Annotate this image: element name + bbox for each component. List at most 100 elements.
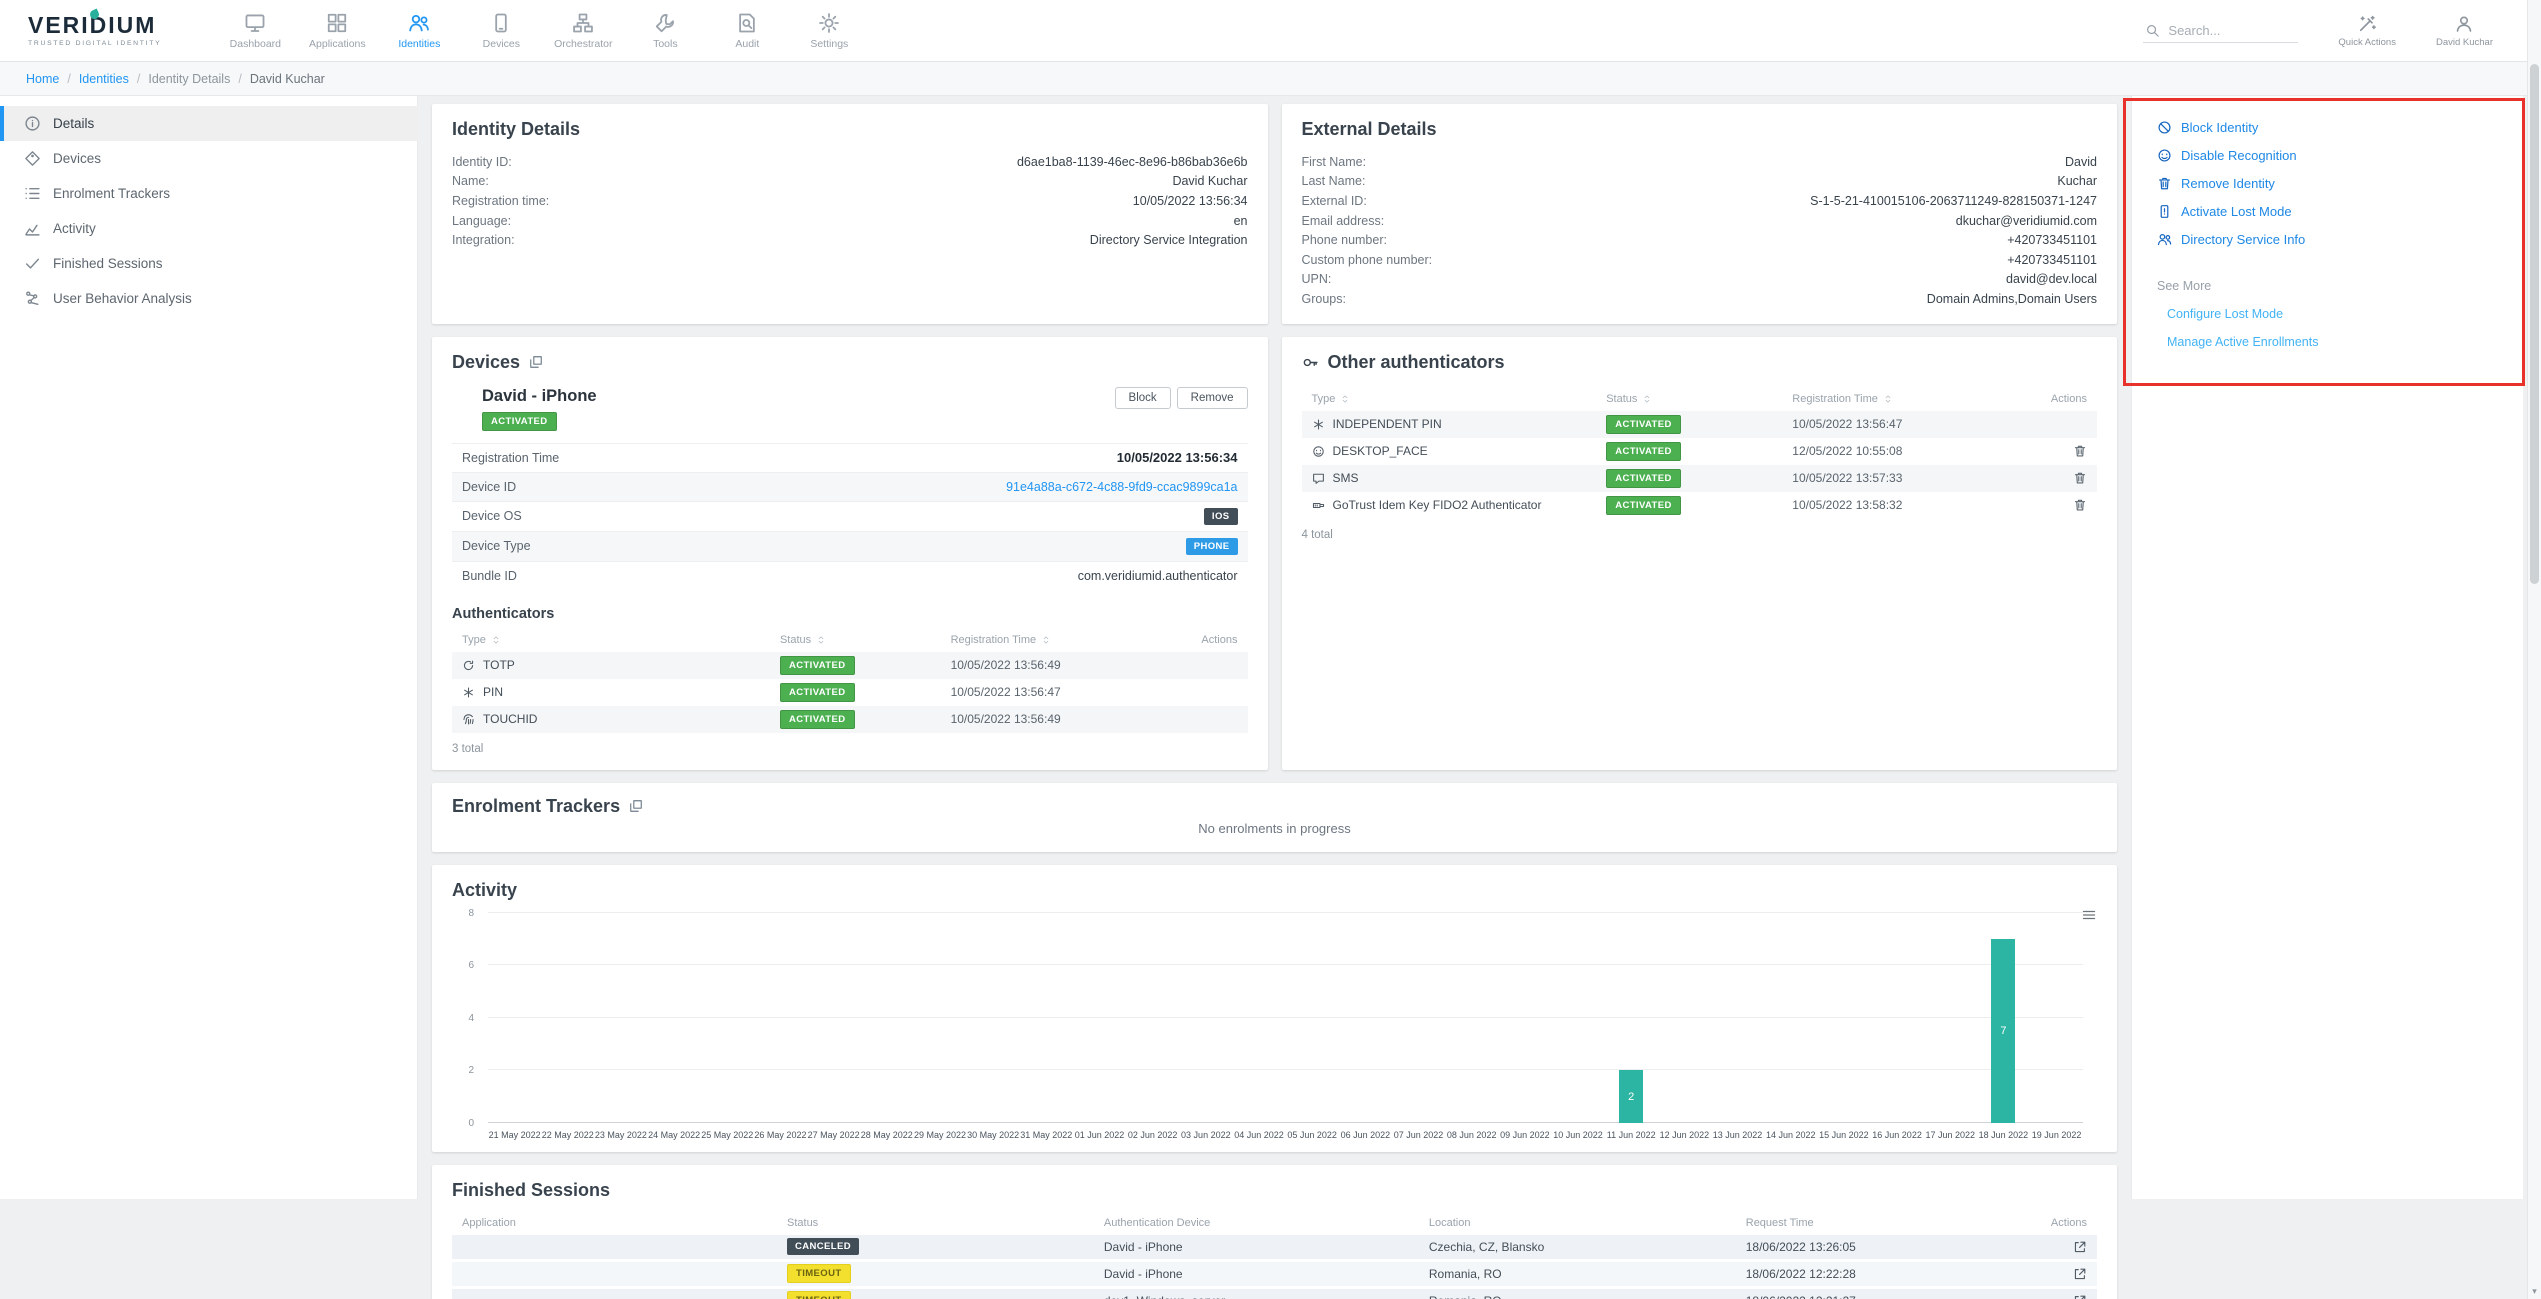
sort-icon[interactable] xyxy=(1883,394,1893,404)
applications-icon xyxy=(326,12,348,34)
sidebar-item[interactable]: Enrolment Trackers xyxy=(0,176,418,211)
device-fields: Registration Time 10/05/2022 13:56:34 De… xyxy=(452,443,1248,590)
field-row: Name: David Kuchar xyxy=(452,172,1248,192)
see-more-link[interactable]: Manage Active Enrollments xyxy=(2167,335,2507,349)
scrollbar-thumb[interactable] xyxy=(2530,64,2539,584)
nav-item[interactable]: Applications xyxy=(299,7,375,55)
device-field-value: com.veridiumid.authenticator xyxy=(1078,569,1238,583)
chart-menu-icon[interactable] xyxy=(2081,907,2097,923)
sort-icon[interactable] xyxy=(816,635,826,645)
status-badge: ACTIVATED xyxy=(1606,496,1681,515)
scrollbar-down-arrow[interactable]: ▾ xyxy=(2528,1286,2541,1297)
sidebar-item[interactable]: User Behavior Analysis xyxy=(0,281,418,316)
session-row: TIMEOUT dev1_Windows_server Romania, RO … xyxy=(452,1289,2097,1299)
nav-item[interactable]: Devices xyxy=(463,7,539,55)
field-row: Last Name: Kuchar xyxy=(1302,172,2098,192)
chart-x-tick-label: 22 May 2022 xyxy=(541,1130,594,1140)
quick-actions-icon xyxy=(2357,14,2377,34)
nav-item[interactable]: Dashboard xyxy=(217,7,293,55)
chart-plot-area: 02468 27 xyxy=(488,913,2083,1123)
content-area: Details Devices Enrolment Trackers Activ… xyxy=(0,96,2541,1299)
chart-x-tick-label: 09 Jun 2022 xyxy=(1498,1130,1551,1140)
remove-device-button[interactable]: Remove xyxy=(1177,387,1248,409)
field-label: Phone number: xyxy=(1302,233,1387,247)
nav-item[interactable]: Settings xyxy=(791,7,867,55)
activity-bar-18-jun-2022[interactable]: 7 xyxy=(1991,939,2015,1123)
sort-icon[interactable] xyxy=(1642,394,1652,404)
chart-y-tick-label: 6 xyxy=(468,960,474,971)
registration-time: 10/05/2022 13:58:32 xyxy=(1792,498,2025,512)
identity-actions-panel: Block Identity Disable Recognition Remov… xyxy=(2131,96,2523,1199)
device-field-row: Registration Time 10/05/2022 13:56:34 xyxy=(452,443,1248,472)
trash-icon[interactable] xyxy=(2073,498,2087,512)
sidebar-item[interactable]: Finished Sessions xyxy=(0,246,418,281)
breadcrumb-item[interactable]: Identities xyxy=(59,72,129,86)
registration-time: 10/05/2022 13:56:49 xyxy=(951,712,1160,726)
device-field-label: Registration Time xyxy=(462,451,559,465)
sort-icon[interactable] xyxy=(1340,394,1350,404)
expand-icon[interactable] xyxy=(529,355,543,369)
chart-x-tick-label: 23 May 2022 xyxy=(594,1130,647,1140)
activity-bar-11-jun-2022[interactable]: 2 xyxy=(1619,1070,1643,1123)
sort-icon[interactable] xyxy=(1041,635,1051,645)
session-request-time: 18/06/2022 12:21:27 xyxy=(1746,1294,1990,1299)
totp-icon xyxy=(462,659,475,672)
block-device-button[interactable]: Block xyxy=(1115,387,1171,409)
action-item[interactable]: Remove Identity xyxy=(2157,176,2507,191)
behavior-icon xyxy=(24,290,41,307)
quick-actions-button[interactable]: Quick Actions xyxy=(2338,14,2396,48)
pin-icon xyxy=(462,686,475,699)
action-item[interactable]: Block Identity xyxy=(2157,120,2507,135)
chart-x-tick-label: 30 May 2022 xyxy=(967,1130,1020,1140)
open-session-icon[interactable] xyxy=(2073,1267,2087,1281)
expand-icon[interactable] xyxy=(629,799,643,813)
breadcrumb-item[interactable]: David Kuchar xyxy=(230,72,325,86)
field-row: UPN: david@dev.local xyxy=(1302,270,2098,290)
open-session-icon[interactable] xyxy=(2073,1240,2087,1254)
lost-mode-icon xyxy=(2157,204,2172,219)
breadcrumb-bar: HomeIdentitiesIdentity DetailsDavid Kuch… xyxy=(0,62,2541,96)
authenticator-row: INDEPENDENT PIN ACTIVATED 10/05/2022 13:… xyxy=(1302,411,2098,438)
device-field-value[interactable]: 91e4a88a-c672-4c88-9fd9-ccac9899ca1a xyxy=(1006,480,1237,494)
trash-icon[interactable] xyxy=(2073,471,2087,485)
identity-actions-list: Block Identity Disable Recognition Remov… xyxy=(2157,120,2507,247)
device-name: David - iPhone xyxy=(482,387,597,406)
scrollbar[interactable]: ▾ xyxy=(2527,0,2541,1299)
search-input[interactable] xyxy=(2168,23,2283,38)
session-device: David - iPhone xyxy=(1104,1267,1429,1281)
other-authenticators-total: 4 total xyxy=(1302,529,2098,541)
authenticator-row: TOUCHID ACTIVATED 10/05/2022 13:56:49 xyxy=(452,706,1248,733)
field-row: External ID: S-1-5-21-410015106-20637112… xyxy=(1302,191,2098,211)
trash-icon[interactable] xyxy=(2073,444,2087,458)
sidebar-item[interactable]: Activity xyxy=(0,211,418,246)
breadcrumb-item[interactable]: Identity Details xyxy=(129,72,230,86)
chart-x-tick-label: 08 Jun 2022 xyxy=(1445,1130,1498,1140)
nav-item[interactable]: Tools xyxy=(627,7,703,55)
external-fields: First Name: David Last Name: Kuchar Exte… xyxy=(1302,152,2098,309)
action-item[interactable]: Activate Lost Mode xyxy=(2157,204,2507,219)
sidebar-item[interactable]: Devices xyxy=(0,141,418,176)
sort-icon[interactable] xyxy=(491,635,501,645)
chart-x-tick-label: 10 Jun 2022 xyxy=(1551,1130,1604,1140)
nav-item[interactable]: Audit xyxy=(709,7,785,55)
session-location: Romania, RO xyxy=(1429,1267,1746,1281)
chart-x-tick-label: 25 May 2022 xyxy=(701,1130,754,1140)
status-badge: ACTIVATED xyxy=(780,683,855,702)
activity-chart: 02468 27 21 May 202222 May 202223 May 20… xyxy=(452,913,2097,1140)
device-field-label: Bundle ID xyxy=(462,569,517,583)
action-item[interactable]: Disable Recognition xyxy=(2157,148,2507,163)
action-item[interactable]: Directory Service Info xyxy=(2157,232,2507,247)
quick-actions-label: Quick Actions xyxy=(2338,37,2396,48)
sidebar-item[interactable]: Details xyxy=(0,106,418,141)
open-session-icon[interactable] xyxy=(2073,1294,2087,1299)
audit-icon xyxy=(736,12,758,34)
breadcrumb: HomeIdentitiesIdentity DetailsDavid Kuch… xyxy=(26,70,325,88)
chart-x-tick-label: 18 Jun 2022 xyxy=(1977,1130,2030,1140)
user-menu[interactable]: David Kuchar xyxy=(2436,14,2493,48)
nav-item[interactable]: Orchestrator xyxy=(545,7,621,55)
see-more-link[interactable]: Configure Lost Mode xyxy=(2167,307,2507,321)
nav-item[interactable]: Identities xyxy=(381,7,457,55)
chart-y-tick-label: 2 xyxy=(468,1065,474,1076)
breadcrumb-item[interactable]: Home xyxy=(26,72,59,86)
registration-time: 12/05/2022 10:55:08 xyxy=(1792,444,2025,458)
